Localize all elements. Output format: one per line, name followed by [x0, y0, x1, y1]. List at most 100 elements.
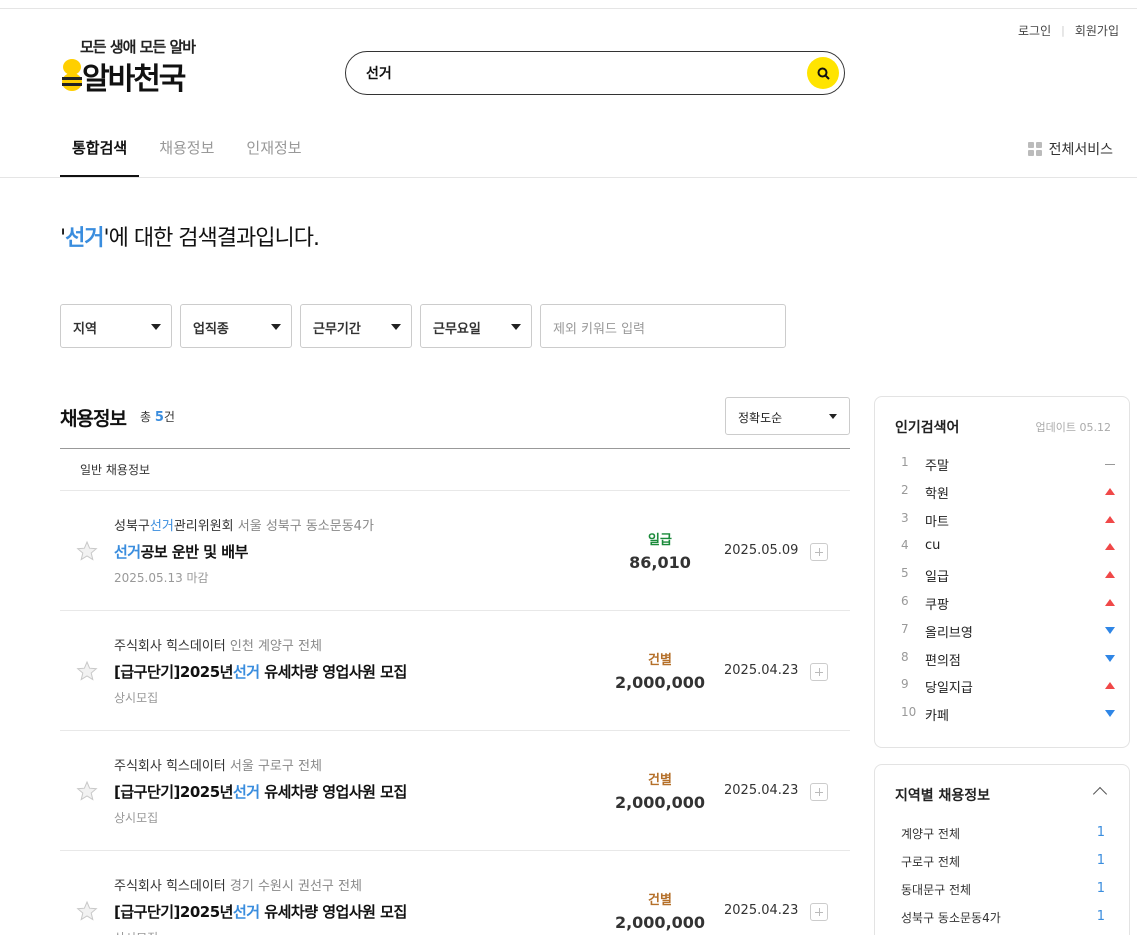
signup-link[interactable]: 회원가입	[1075, 22, 1119, 39]
section-divider	[60, 448, 850, 449]
period-filter-label: 근무기간	[313, 322, 361, 337]
jobs-count: 총 5건	[140, 408, 175, 425]
popular-keyword-item[interactable]: 9 당일지급	[895, 677, 1115, 697]
job-deadline: 2025.05.13 마감	[114, 571, 209, 585]
exclude-keyword-input[interactable]: 제외 키워드 입력	[540, 304, 786, 348]
job-row[interactable]: 주식회사 힉스데이터 경기 수원시 권선구 전체 [급구단기]2025년선거 유…	[60, 851, 850, 935]
tab-integrated[interactable]: 통합검색	[60, 138, 140, 177]
star-icon[interactable]	[76, 900, 98, 922]
keyword-rank: 5	[901, 566, 909, 581]
region-item[interactable]: 성북구 동소문동4가 1	[901, 909, 1105, 926]
job-deadline: 상시모집	[114, 811, 159, 825]
weekday-filter[interactable]: 근무요일	[420, 304, 532, 348]
bee-logo-icon	[62, 59, 82, 91]
job-type-filter[interactable]: 업직종	[180, 304, 292, 348]
job-deadline: 상시모집	[114, 691, 159, 705]
region-item[interactable]: 구로구 전체 1	[901, 853, 1105, 870]
search-button[interactable]	[807, 57, 839, 89]
company-name: 주식회사 힉스데이터	[114, 639, 226, 654]
job-location: 서울 성북구 동소문동4가	[237, 519, 374, 534]
title-text-rest: 유세차량 영업사원 모집	[259, 783, 407, 801]
trend-up-icon	[1105, 571, 1115, 579]
plus-icon[interactable]	[810, 903, 828, 921]
keyword-text: 일급	[925, 570, 949, 586]
result-heading: '선거'에 대한 검색결과입니다.	[60, 220, 320, 252]
popular-keyword-item[interactable]: 3 마트	[895, 511, 1115, 531]
region-item[interactable]: 동대문구 전체 1	[901, 881, 1105, 898]
auth-links: 로그인 | 회원가입	[1018, 22, 1119, 39]
keyword-rank: 8	[901, 649, 909, 664]
trend-down-icon	[1105, 710, 1115, 718]
job-company[interactable]: 주식회사 힉스데이터 경기 수원시 권선구 전체	[114, 875, 362, 894]
plus-icon[interactable]	[810, 663, 828, 681]
region-filter[interactable]: 지역	[60, 304, 172, 348]
job-company[interactable]: 주식회사 힉스데이터 인천 계양구 전체	[114, 635, 322, 654]
company-name: 성북구	[114, 519, 150, 534]
job-row[interactable]: 성북구선거관리위원회 서울 성북구 동소문동4가 선거공보 운반 및 배부 20…	[60, 491, 850, 611]
logo[interactable]: 모든 생애 모든 알바 알바천국	[60, 36, 220, 98]
caret-down-icon	[829, 414, 837, 419]
popular-keyword-item[interactable]: 1 주말	[895, 455, 1115, 475]
trend-down-icon	[1105, 654, 1115, 662]
keyword-rank: 4	[901, 538, 909, 553]
star-icon[interactable]	[76, 540, 98, 562]
popular-keyword-item[interactable]: 6 쿠팡	[895, 594, 1115, 614]
tab-talent[interactable]: 인재정보	[234, 138, 313, 177]
job-location: 경기 수원시 권선구 전체	[229, 879, 362, 894]
result-keyword: 선거	[65, 226, 104, 251]
caret-down-icon	[151, 324, 161, 330]
title-highlight: 선거	[232, 783, 260, 801]
sort-label: 정확도순	[738, 411, 783, 425]
pay-type: 건별	[648, 893, 672, 908]
job-title[interactable]: [급구단기]2025년선거 유세차량 영업사원 모집	[114, 901, 407, 922]
star-icon[interactable]	[76, 660, 98, 682]
keyword-rank: 10	[901, 705, 917, 720]
top-divider	[0, 8, 1137, 9]
login-link[interactable]: 로그인	[1018, 22, 1051, 39]
title-text: [급구단기]2025년	[114, 783, 233, 801]
chevron-up-icon[interactable]	[1092, 786, 1108, 802]
job-date: 2025.04.23	[724, 663, 799, 678]
popular-keyword-item[interactable]: 4 cu	[895, 538, 1115, 558]
trend-up-icon	[1105, 682, 1115, 690]
all-services-button[interactable]: 전체서비스	[1027, 139, 1113, 159]
region-item[interactable]: 계양구 전체 1	[901, 825, 1105, 842]
job-title[interactable]: [급구단기]2025년선거 유세차량 영업사원 모집	[114, 661, 407, 682]
logo-brand: 알바천국	[82, 62, 186, 97]
trend-up-icon	[1105, 487, 1115, 495]
popular-keyword-item[interactable]: 7 올리브영	[895, 622, 1115, 642]
search-tabs: 통합검색 채용정보 인재정보	[60, 138, 322, 177]
sort-select[interactable]: 정확도순	[725, 397, 850, 435]
caret-down-icon	[271, 324, 281, 330]
popular-keyword-item[interactable]: 8 편의점	[895, 650, 1115, 670]
job-company[interactable]: 주식회사 힉스데이터 서울 구로구 전체	[114, 755, 322, 774]
job-row[interactable]: 주식회사 힉스데이터 서울 구로구 전체 [급구단기]2025년선거 유세차량 …	[60, 731, 850, 851]
period-filter[interactable]: 근무기간	[300, 304, 412, 348]
job-title[interactable]: 선거공보 운반 및 배부	[114, 541, 248, 562]
title-text: [급구단기]2025년	[114, 663, 233, 681]
plus-icon[interactable]	[810, 543, 828, 561]
company-highlight: 선거	[149, 519, 174, 534]
grid-icon	[1027, 142, 1042, 156]
tabs-divider	[0, 177, 1137, 178]
job-company[interactable]: 성북구선거관리위원회 서울 성북구 동소문동4가	[114, 515, 374, 534]
keyword-rank: 9	[901, 677, 909, 692]
plus-icon[interactable]	[810, 783, 828, 801]
pay-type: 일급	[648, 533, 672, 548]
region-filter-label: 지역	[73, 322, 97, 337]
job-date: 2025.05.09	[724, 543, 799, 558]
popular-keyword-item[interactable]: 10 카페	[895, 705, 1115, 725]
region-jobs-panel: 지역별 채용정보 계양구 전체 1 구로구 전체 1 동대문구 전체 1 성북구…	[874, 764, 1130, 935]
job-row[interactable]: 주식회사 힉스데이터 인천 계양구 전체 [급구단기]2025년선거 유세차량 …	[60, 611, 850, 731]
tab-jobs[interactable]: 채용정보	[147, 138, 226, 177]
job-date: 2025.04.23	[724, 903, 799, 918]
search-input[interactable]	[366, 62, 786, 84]
keyword-rank: 6	[901, 594, 909, 608]
popular-keyword-item[interactable]: 5 일급	[895, 566, 1115, 586]
popular-keyword-item[interactable]: 2 학원	[895, 483, 1115, 503]
region-count: 1	[1096, 853, 1105, 868]
job-title[interactable]: [급구단기]2025년선거 유세차량 영업사원 모집	[114, 781, 407, 802]
keyword-rank: 1	[901, 455, 909, 469]
star-icon[interactable]	[76, 780, 98, 802]
region-count: 1	[1096, 909, 1105, 924]
